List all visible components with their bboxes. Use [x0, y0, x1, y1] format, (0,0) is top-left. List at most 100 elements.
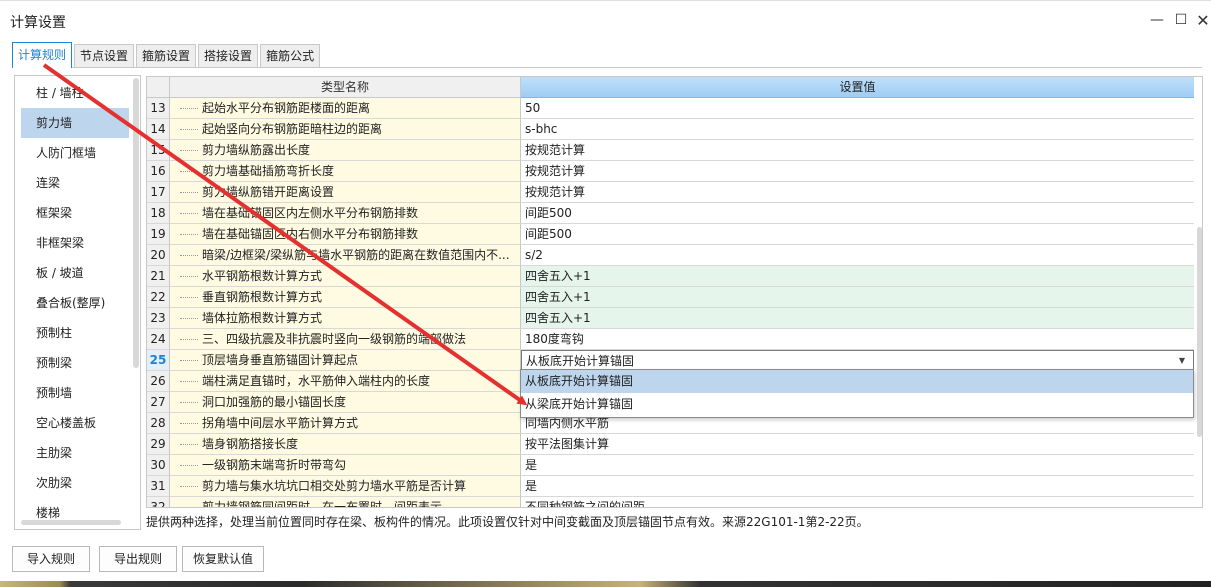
row-number: 27 [147, 392, 170, 413]
tab-4[interactable]: 搭接设置 [198, 44, 259, 68]
setting-value-cell[interactable]: 180度弯钩 [521, 329, 1194, 350]
setting-value-text: 是 [525, 458, 538, 472]
setting-value-text: 间距500 [525, 206, 572, 220]
tab-5[interactable]: 箍筋公式 [260, 44, 321, 68]
grid-scrollbar[interactable] [1197, 227, 1202, 437]
setting-value-combobox[interactable]: 从板底开始计算锚固 ▼ [521, 350, 1194, 371]
row-number: 16 [147, 161, 170, 182]
sidebar-item[interactable]: 预制柱 [21, 318, 129, 348]
setting-description: 提供两种选择，处理当前位置同时存在梁、板构件的情况。此项设置仅针对中间变截面及顶… [146, 515, 869, 529]
sidebar-item[interactable]: 板 / 坡道 [21, 258, 129, 288]
setting-name-cell: 三、四级抗震及非抗震时竖向一级钢筋的端部做法 [170, 329, 521, 350]
tab-1[interactable]: 计算规则 [12, 42, 73, 68]
setting-value-cell[interactable]: 四舍五入+1 [521, 308, 1194, 329]
import-rules-button[interactable]: 导入规则 [12, 546, 90, 572]
restore-defaults-button[interactable]: 恢复默认值 [182, 546, 264, 572]
sidebar-item[interactable]: 人防门框墙 [21, 138, 129, 168]
table-row[interactable]: 24 三、四级抗震及非抗震时竖向一级钢筋的端部做法 180度弯钩 [147, 329, 1194, 350]
dropdown-option[interactable]: 从板底开始计算锚固 [521, 370, 1193, 393]
setting-value-cell[interactable]: s-bhc [521, 119, 1194, 140]
grid-header: 类型名称 设置值 [147, 77, 1194, 98]
table-row[interactable]: 31 剪力墙与集水坑坑口相交处剪力墙水平筋是否计算是 [147, 476, 1194, 497]
sidebar-item[interactable]: 剪力墙 [21, 108, 129, 138]
table-row[interactable]: 32 剪力墙钢筋同间距时，在一布置时，间距表示 不同种钢筋之间的间距 [147, 497, 1194, 508]
table-row[interactable]: 20 暗梁/边框梁/梁纵筋与墙水平钢筋的距离在数值范围内不... s/2 [147, 245, 1194, 266]
sidebar-item[interactable]: 柱 / 墙柱 [21, 78, 129, 108]
table-row[interactable]: 16 剪力墙基础插筋弯折长度 按规范计算 [147, 161, 1194, 182]
table-row[interactable]: 30 一级钢筋末端弯折时带弯勾是 [147, 455, 1194, 476]
sidebar-item[interactable]: 非框架梁 [21, 228, 129, 258]
table-row[interactable]: 18 墙在基础锚固区内左侧水平分布钢筋排数 间距500 [147, 203, 1194, 224]
maximize-icon[interactable]: ☐ [1170, 9, 1192, 31]
close-icon[interactable]: ✕ [1192, 9, 1211, 31]
setting-value-cell[interactable]: 四舍五入+1 [521, 266, 1194, 287]
setting-value-cell[interactable]: 四舍五入+1 [521, 287, 1194, 308]
chevron-down-icon[interactable]: ▼ [1179, 351, 1185, 370]
table-row[interactable]: 13 起始水平分布钢筋距楼面的距离 50 [147, 98, 1194, 119]
row-number: 31 [147, 476, 170, 497]
component-list-hscrollbar[interactable] [21, 520, 121, 525]
tab-2[interactable]: 节点设置 [74, 44, 135, 68]
sidebar-item[interactable]: 预制梁 [21, 348, 129, 378]
tab-3[interactable]: 箍筋设置 [136, 44, 197, 68]
setting-name-cell: 端柱满足直锚时，水平筋伸入端柱内的长度 [170, 371, 521, 392]
setting-name-cell: 剪力墙纵筋错开距离设置 [170, 182, 521, 203]
settings-tabs: 计算规则 节点设置 箍筋设置 搭接设置 箍筋公式 [12, 42, 322, 68]
setting-value-cell[interactable]: 间距500 [521, 224, 1194, 245]
table-row[interactable]: 23 墙体拉筋根数计算方式 四舍五入+1 [147, 308, 1194, 329]
setting-value-text: 不同种钢筋之间的间距 [525, 500, 646, 508]
table-row[interactable]: 29 墙身钢筋搭接长度 按平法图集计算 [147, 434, 1194, 455]
setting-value-text: 按规范计算 [525, 143, 586, 157]
row-number: 22 [147, 287, 170, 308]
table-row[interactable]: 22 垂直钢筋根数计算方式 四舍五入+1 [147, 287, 1194, 308]
grid-header-corner [147, 77, 170, 98]
setting-value-text: 四舍五入+1 [525, 269, 591, 283]
sidebar-item[interactable]: 框架梁 [21, 198, 129, 228]
setting-value-cell[interactable]: 间距500 [521, 203, 1194, 224]
export-rules-button[interactable]: 导出规则 [99, 546, 177, 572]
setting-value-cell[interactable]: 是 [521, 455, 1194, 476]
table-row[interactable]: 19 墙在基础锚固区内右侧水平分布钢筋排数 间距500 [147, 224, 1194, 245]
setting-value-text: 同墙内侧水平筋 [525, 416, 610, 430]
sidebar-item[interactable]: 次肋梁 [21, 468, 129, 498]
component-list-panel: 柱 / 墙柱 剪力墙 人防门框墙 连梁 框架梁 非框架梁板 / 坡道 叠合板(整厚) 预制柱预… [14, 75, 141, 530]
row-number: 15 [147, 140, 170, 161]
setting-value-cell[interactable]: 50 [521, 98, 1194, 119]
row-number: 20 [147, 245, 170, 266]
component-list: 柱 / 墙柱 剪力墙 人防门框墙 连梁 框架梁 非框架梁板 / 坡道 叠合板(整厚) 预制柱预… [21, 78, 129, 528]
sidebar-item[interactable]: 主肋梁 [21, 438, 129, 468]
setting-name-cell: 墙体拉筋根数计算方式 [170, 308, 521, 329]
dropdown-option[interactable]: 从梁底开始计算锚固 [521, 393, 1193, 416]
table-row[interactable]: 25 顶层墙身垂直筋锚固计算起点 从板底开始计算锚固 ▼ [147, 350, 1194, 371]
column-header-value[interactable]: 设置值 [521, 77, 1194, 98]
component-list-scrollbar[interactable] [133, 78, 139, 368]
setting-value-cell[interactable]: 按平法图集计算 [521, 434, 1194, 455]
column-header-name[interactable]: 类型名称 [170, 77, 521, 98]
setting-name-cell: 垂直钢筋根数计算方式 [170, 287, 521, 308]
sidebar-item[interactable]: 连梁 [21, 168, 129, 198]
setting-value-cell[interactable]: s/2 [521, 245, 1194, 266]
sidebar-item[interactable]: 叠合板(整厚) [21, 288, 129, 318]
row-number: 26 [147, 371, 170, 392]
setting-value-cell[interactable]: 按规范计算 [521, 182, 1194, 203]
setting-value-cell[interactable]: 按规范计算 [521, 161, 1194, 182]
setting-name-cell: 洞口加强筋的最小锚固长度 [170, 392, 521, 413]
row-number: 30 [147, 455, 170, 476]
setting-value-text: 是 [525, 479, 538, 493]
setting-value-cell[interactable]: 按规范计算 [521, 140, 1194, 161]
table-row[interactable]: 17 剪力墙纵筋错开距离设置 按规范计算 [147, 182, 1194, 203]
setting-name-cell: 拐角墙中间层水平筋计算方式 [170, 413, 521, 434]
row-number: 21 [147, 266, 170, 287]
setting-value-cell[interactable]: 是 [521, 476, 1194, 497]
sidebar-item[interactable]: 空心楼盖板 [21, 408, 129, 438]
minimize-icon[interactable]: — [1146, 9, 1168, 31]
setting-name-cell: 一级钢筋末端弯折时带弯勾 [170, 455, 521, 476]
row-number: 19 [147, 224, 170, 245]
table-row[interactable]: 14 起始竖向分布钢筋距暗柱边的距离 s-bhc [147, 119, 1194, 140]
setting-name-cell: 顶层墙身垂直筋锚固计算起点 [170, 350, 521, 371]
setting-value-text: 按规范计算 [525, 185, 586, 199]
table-row[interactable]: 15 剪力墙纵筋露出长度 按规范计算 [147, 140, 1194, 161]
table-row[interactable]: 21 水平钢筋根数计算方式 四舍五入+1 [147, 266, 1194, 287]
sidebar-item[interactable]: 预制墙 [21, 378, 129, 408]
setting-value-cell[interactable]: 不同种钢筋之间的间距 [521, 497, 1194, 508]
